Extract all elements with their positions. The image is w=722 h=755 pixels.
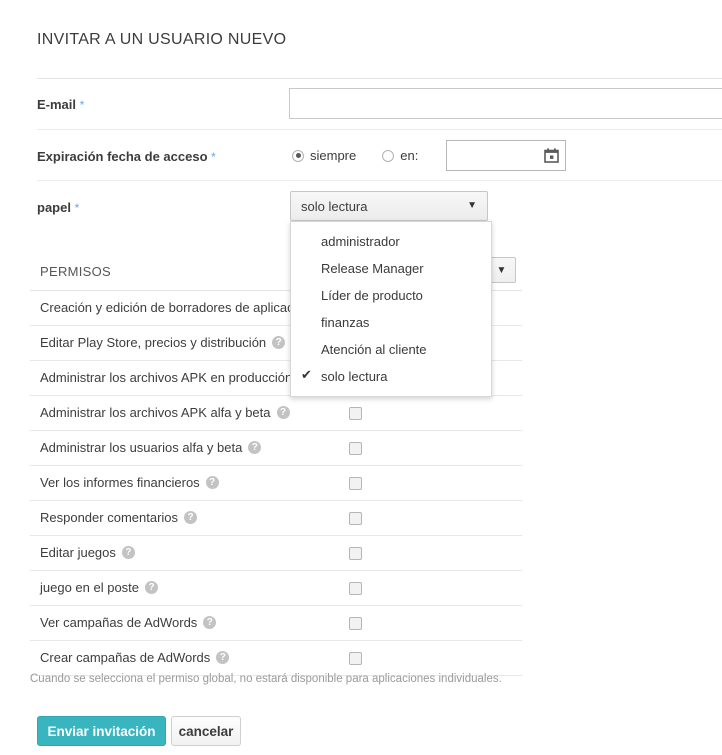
permission-label-text: Administrar los archivos APK en producci… [40, 370, 293, 385]
permission-label-text: Ver los informes financieros [40, 475, 200, 490]
required-marker: * [79, 98, 85, 112]
help-icon[interactable]: ? [145, 581, 159, 594]
expiration-radio-group: siempre en: [292, 148, 444, 163]
permission-label-text: Administrar los usuarios alfa y beta [40, 440, 243, 455]
radio-icon-en[interactable] [382, 149, 395, 162]
permission-label: Administrar los archivos APK alfa y beta… [40, 405, 290, 420]
permission-label: Editar Play Store, precios y distribució… [40, 335, 286, 350]
cancel-label: cancelar [178, 723, 234, 739]
permission-checkbox[interactable] [349, 442, 362, 455]
permission-label: Ver campañas de AdWords? [40, 615, 217, 630]
menu-item-solo-lectura[interactable]: ✔ solo lectura [291, 363, 491, 390]
required-marker: * [211, 150, 216, 164]
permission-checkbox[interactable] [349, 512, 362, 525]
menu-item-release-manager[interactable]: Release Manager [291, 255, 491, 282]
permission-label: juego en el poste? [40, 580, 159, 595]
check-icon: ✔ [301, 367, 312, 382]
send-invitation-label: Enviar invitación [47, 723, 156, 739]
permission-label-text: Editar juegos [40, 545, 116, 560]
permission-label-text: Administrar los archivos APK alfa y beta [40, 405, 271, 420]
help-icon[interactable]: ? [272, 336, 286, 349]
role-dropdown-items: administrador Release Manager Líder de pro… [291, 228, 491, 390]
help-icon[interactable]: ? [276, 406, 290, 419]
permissions-header-label: PERMISOS [40, 264, 112, 279]
permission-label: Crear campañas de AdWords? [40, 650, 230, 665]
role-label-text: papel [37, 200, 71, 215]
help-icon[interactable]: ? [216, 651, 230, 664]
permission-checkbox[interactable] [349, 407, 362, 420]
help-icon[interactable]: ? [248, 441, 262, 454]
permission-checkbox[interactable] [349, 582, 362, 595]
expiration-label-text: Expiración fecha de acceso [37, 149, 208, 164]
required-marker: * [74, 201, 80, 215]
calendar-icon[interactable] [544, 148, 559, 163]
permission-checkbox[interactable] [349, 477, 362, 490]
menu-item-label: finanzas [321, 315, 370, 330]
menu-item-label: solo lectura [321, 369, 388, 384]
menu-item-label: administrador [321, 234, 400, 249]
radio-option-siempre[interactable]: siempre [292, 148, 356, 163]
permission-label-text: Editar Play Store, precios y distribució… [40, 335, 267, 350]
expiration-date-field[interactable] [446, 140, 566, 171]
chevron-down-icon: ▼ [467, 200, 477, 211]
permission-label: Responder comentarios? [40, 510, 198, 525]
help-icon[interactable]: ? [205, 476, 219, 489]
permission-label: Editar juegos? [40, 545, 135, 560]
expiration-label: Expiración fecha de acceso * [37, 149, 216, 164]
table-row: juego en el poste? [30, 571, 522, 606]
role-select-value: solo lectura [301, 198, 368, 214]
permission-label-text: Creación y edición de borradores de apli… [40, 300, 325, 315]
help-icon[interactable]: ? [184, 511, 198, 524]
permission-label: Ver los informes financieros? [40, 475, 219, 490]
table-row: Responder comentarios? [30, 501, 522, 536]
table-row: Ver los informes financieros? [30, 466, 522, 501]
radio-label-siempre: siempre [310, 148, 357, 163]
role-select[interactable]: solo lectura ▼ [290, 191, 488, 221]
email-input[interactable] [289, 88, 722, 119]
permission-label: Administrar los usuarios alfa y beta? [40, 440, 262, 455]
permissions-note: Cuando se selecciona el permiso global, … [30, 673, 502, 685]
menu-item-atención-al-cliente[interactable]: Atención al cliente [291, 336, 491, 363]
table-row: Editar juegos? [30, 536, 522, 571]
table-row: Ver campañas de AdWords? [30, 606, 522, 641]
help-icon[interactable]: ? [121, 546, 135, 559]
chevron-down-icon: ▼ [496, 264, 507, 276]
table-row: Administrar los usuarios alfa y beta? [30, 431, 522, 466]
permission-checkbox[interactable] [349, 652, 362, 665]
menu-item-label: Release Manager [321, 261, 424, 276]
radio-label-en: en: [400, 148, 419, 163]
page-title-text: INVITAR A UN USUARIO NUEVO [37, 31, 287, 48]
menu-item-label: Líder de producto [321, 288, 423, 303]
email-label: E-mail * [37, 97, 84, 112]
role-label: papel * [37, 200, 79, 215]
radio-icon-siempre[interactable] [292, 149, 304, 162]
permission-label: Administrar los archivos APK en producci… [40, 370, 312, 385]
menu-item-administrador[interactable]: administrador [291, 228, 491, 255]
menu-item-finanzas[interactable]: finanzas [291, 309, 491, 336]
expiration-row: Expiración fecha de acceso * siempre en: [0, 130, 722, 181]
page-title: INVITAR A UN USUARIO NUEVO [37, 31, 286, 49]
permission-label-text: juego en el poste [40, 580, 140, 595]
send-invitation-button[interactable]: Enviar invitación [37, 716, 166, 746]
permission-label-text: Ver campañas de AdWords [40, 615, 198, 630]
role-dropdown-menu[interactable]: administrador Release Manager Líder de pro… [290, 221, 492, 397]
permission-label-text: Crear campañas de AdWords [40, 650, 211, 665]
permission-label-text: Responder comentarios [40, 510, 179, 525]
table-row: Administrar los archivos APK alfa y beta… [30, 396, 522, 431]
permission-checkbox[interactable] [349, 617, 362, 630]
cancel-button[interactable]: cancelar [171, 716, 241, 746]
menu-item-líder-de-producto[interactable]: Líder de producto [291, 282, 491, 309]
permission-checkbox[interactable] [349, 547, 362, 560]
radio-option-en[interactable]: en: [382, 148, 418, 163]
menu-item-label: Atención al cliente [321, 342, 427, 357]
help-icon[interactable]: ? [203, 616, 217, 629]
email-label-text: E-mail [37, 97, 77, 112]
table-row: Crear campañas de AdWords? [30, 641, 522, 676]
